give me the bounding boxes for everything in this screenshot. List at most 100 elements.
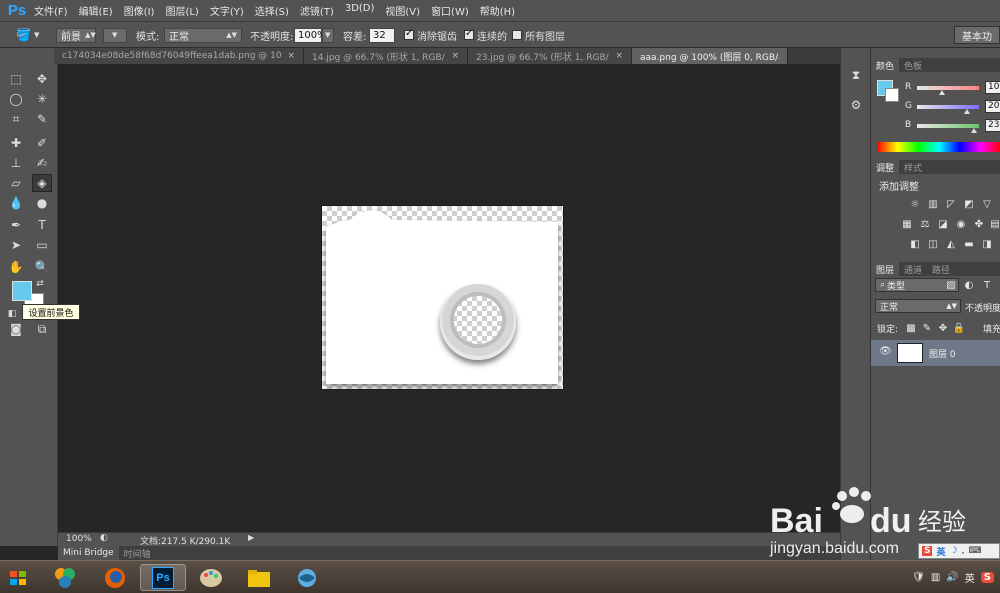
default-colors-icon[interactable]: ◧ xyxy=(6,308,18,320)
selective-color-icon[interactable]: ◨ xyxy=(981,238,993,250)
rectangle-tool-icon[interactable]: ▭ xyxy=(32,236,52,254)
swap-colors-icon[interactable]: ⇄ xyxy=(34,278,46,290)
gradient-map-icon[interactable]: ▬ xyxy=(963,238,975,250)
black-white-icon[interactable]: ◪ xyxy=(937,218,949,230)
move-tool-icon[interactable]: ✥ xyxy=(32,70,52,88)
lasso-tool-icon[interactable]: ◯ xyxy=(6,90,26,108)
eyedropper-icon[interactable]: ✎ xyxy=(32,110,52,128)
panel-tab[interactable]: 通道 xyxy=(899,262,927,276)
clone-stamp-icon[interactable]: ⊥ xyxy=(6,154,26,172)
panel-tab[interactable]: 图层 xyxy=(871,262,900,276)
channel-value-input[interactable]: 101 xyxy=(985,81,1000,94)
bottom-tab[interactable]: 时间轴 xyxy=(119,546,156,560)
opacity-dropdown[interactable]: ▼ xyxy=(322,27,334,43)
document-tab[interactable]: aaa.png @ 100% (图层 0, RGB/8) * xyxy=(632,48,788,64)
slider-knob[interactable] xyxy=(963,109,970,114)
taskbar-paint-icon[interactable] xyxy=(188,564,234,591)
history-panel-icon[interactable]: ⧗ xyxy=(846,66,866,84)
screen-mode-icon[interactable]: ⧉ xyxy=(32,320,52,338)
vibrance-icon[interactable]: ▽ xyxy=(981,198,993,210)
tray-network-icon[interactable]: ▥ xyxy=(931,572,940,583)
taskbar-explorer-icon[interactable] xyxy=(236,564,282,591)
invert-icon[interactable]: ◧ xyxy=(909,238,921,250)
history-brush-icon[interactable]: ✍ xyxy=(32,154,52,172)
properties-panel-icon[interactable]: ⚙ xyxy=(846,96,866,114)
menu-item[interactable]: 编辑(E) xyxy=(79,3,113,18)
blur-tool-icon[interactable]: 💧 xyxy=(6,194,26,212)
menu-item[interactable]: 窗口(W) xyxy=(431,3,469,18)
taskbar-photoshop-icon[interactable]: Ps xyxy=(140,564,186,591)
levels-icon[interactable]: ▥ xyxy=(927,198,939,210)
bottom-tab[interactable]: Mini Bridge xyxy=(58,546,119,560)
menu-item[interactable]: 图层(L) xyxy=(165,3,198,18)
menu-item[interactable]: 滤镜(T) xyxy=(300,3,334,18)
workspace-button[interactable]: 基本功 xyxy=(954,26,1000,44)
eye-icon[interactable]: 👁 xyxy=(879,346,892,357)
foreground-color-swatch[interactable] xyxy=(12,281,32,301)
play-icon[interactable]: ▶ xyxy=(248,533,254,542)
filter-type-icon[interactable]: T xyxy=(981,279,993,291)
taskbar-firefox-icon[interactable] xyxy=(92,564,138,591)
panel-tab[interactable]: 路径 xyxy=(927,262,955,276)
channel-track[interactable] xyxy=(917,86,979,90)
document-tab[interactable]: 23.jpg @ 66.7% (形状 1, RGB/8... × xyxy=(468,48,632,64)
document-tab[interactable]: 14.jpg @ 66.7% (形状 1, RGB/8... × xyxy=(304,48,468,64)
lock-all-icon[interactable]: 🔒 xyxy=(953,322,965,334)
pattern-picker[interactable]: ▼ xyxy=(103,27,127,43)
threshold-icon[interactable]: ◭ xyxy=(945,238,957,250)
filter-adjust-icon[interactable]: ◐ xyxy=(963,279,975,291)
photo-filter-icon[interactable]: ◉ xyxy=(955,218,967,230)
channel-track[interactable] xyxy=(917,124,979,128)
contiguous-checkbox[interactable]: 连续的 xyxy=(464,27,507,43)
slider-knob[interactable] xyxy=(938,90,945,95)
tray-volume-icon[interactable]: 🔊 xyxy=(946,572,958,583)
healing-brush-icon[interactable]: ✚ xyxy=(6,134,26,152)
paint-bucket-tool-icon[interactable]: ◈ xyxy=(32,174,52,192)
eraser-icon[interactable]: ▱ xyxy=(6,174,26,192)
mode-dropdown[interactable]: 正常 ▲▼ xyxy=(164,27,242,43)
tray-shield-icon[interactable]: 🛡 xyxy=(912,572,925,583)
status-info-icon[interactable]: ◐ xyxy=(100,533,108,543)
color-spectrum[interactable] xyxy=(877,142,1000,152)
posterize-icon[interactable]: ◫ xyxy=(927,238,939,250)
tolerance-input[interactable]: 32 xyxy=(369,27,395,43)
hand-tool-icon[interactable]: ✋ xyxy=(6,258,26,276)
menu-item[interactable]: 图像(I) xyxy=(124,3,155,18)
channel-mixer-icon[interactable]: ✤ xyxy=(973,218,985,230)
blend-mode-dropdown[interactable]: 正常 ▲▼ xyxy=(875,299,961,313)
opacity-input[interactable]: 100% xyxy=(294,27,327,43)
layer-row[interactable]: 👁 图层 0 xyxy=(871,340,1000,366)
panel-tab[interactable]: 样式 xyxy=(899,160,927,174)
close-icon[interactable]: × xyxy=(287,51,295,61)
start-button[interactable] xyxy=(0,564,36,591)
crop-tool-icon[interactable]: ⌗ xyxy=(6,110,26,128)
pen-tool-icon[interactable]: ✒ xyxy=(6,216,26,234)
channel-value-input[interactable]: 205 xyxy=(985,100,1000,113)
panel-tab[interactable]: 色板 xyxy=(899,58,927,72)
lock-transparent-icon[interactable]: ▩ xyxy=(905,322,917,334)
menu-item[interactable]: 帮助(H) xyxy=(480,3,515,18)
paint-bucket-tool-preset[interactable]: 🪣 ▼ xyxy=(16,27,39,43)
menu-item[interactable]: 选择(S) xyxy=(255,3,289,18)
curves-icon[interactable]: ◸ xyxy=(945,198,957,210)
lock-position-icon[interactable]: ✥ xyxy=(937,322,949,334)
brightness-icon[interactable]: ☼ xyxy=(909,198,921,210)
channel-value-input[interactable]: 235 xyxy=(985,119,1000,132)
menu-item[interactable]: 视图(V) xyxy=(385,3,420,18)
brush-tool-icon[interactable]: ✐ xyxy=(32,134,52,152)
filter-pixel-icon[interactable]: ▨ xyxy=(945,279,957,291)
color-balance-icon[interactable]: ⚖ xyxy=(919,218,931,230)
panel-tab[interactable]: 调整 xyxy=(871,160,900,174)
all-layers-checkbox[interactable]: 所有图层 xyxy=(512,27,565,43)
hue-saturation-icon[interactable]: ▦ xyxy=(901,218,913,230)
rgb-slider-row[interactable]: R 101 xyxy=(871,81,1000,98)
menu-item[interactable]: 3D(D) xyxy=(345,3,375,18)
type-tool-icon[interactable]: T xyxy=(32,216,52,234)
taskbar-browser-icon[interactable] xyxy=(284,564,330,591)
dodge-tool-icon[interactable]: ● xyxy=(32,194,52,212)
close-icon[interactable]: × xyxy=(451,51,459,61)
document-canvas[interactable] xyxy=(322,206,563,389)
canvas-area[interactable] xyxy=(58,64,840,532)
lock-pixels-icon[interactable]: ✎ xyxy=(921,322,933,334)
zoom-tool-icon[interactable]: 🔍 xyxy=(32,258,52,276)
